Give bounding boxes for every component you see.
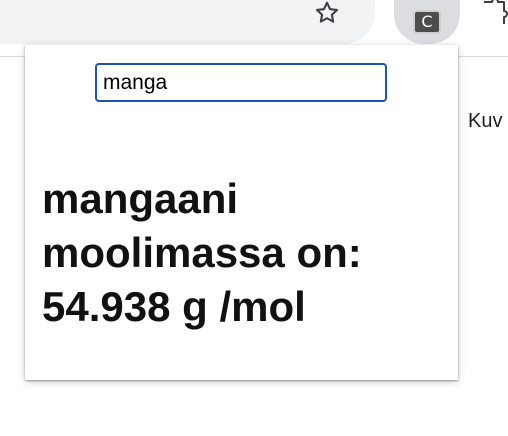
star-icon[interactable] xyxy=(307,0,347,26)
search-input[interactable] xyxy=(95,63,387,102)
browser-window: C Kuv mangaani moolimassa on: 54.938 g /… xyxy=(0,0,508,436)
result-value: 54.938 g /mol xyxy=(42,283,306,330)
extension-popup: mangaani moolimassa on: 54.938 g /mol xyxy=(25,45,458,380)
result-text: mangaani moolimassa on: 54.938 g /mol xyxy=(42,172,447,334)
puzzle-icon[interactable] xyxy=(478,0,508,26)
page-background-text: Kuv xyxy=(468,110,503,132)
extension-button[interactable]: C xyxy=(394,0,460,44)
result-element-name: mangaani xyxy=(42,175,239,222)
result-label: moolimassa on: xyxy=(42,229,362,276)
extension-c-icon: C xyxy=(413,10,441,34)
